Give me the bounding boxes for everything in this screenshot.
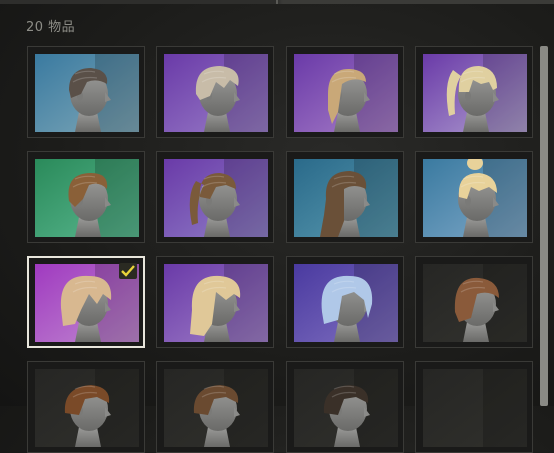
hairstyle-thumbnail	[294, 264, 398, 342]
hairstyle-slot[interactable]	[156, 256, 274, 348]
hairstyle-thumbnail	[164, 159, 268, 237]
hairstyle-thumbnail	[294, 159, 398, 237]
scrollbar-thumb[interactable]	[540, 46, 548, 406]
hairstyle-slot[interactable]	[286, 361, 404, 453]
hairstyle-slot[interactable]	[27, 46, 145, 138]
hairstyle-slot[interactable]	[27, 256, 145, 348]
checkmark-icon	[119, 263, 137, 279]
hairstyle-slot[interactable]	[415, 256, 533, 348]
hairstyle-thumbnail	[294, 54, 398, 132]
hairstyle-slot[interactable]	[156, 151, 274, 243]
hairstyle-thumbnail	[35, 159, 139, 237]
hairstyle-thumbnail	[423, 264, 527, 342]
hairstyle-slot[interactable]	[415, 361, 533, 453]
hairstyle-thumbnail	[164, 264, 268, 342]
hairstyle-thumbnail	[423, 54, 527, 132]
hairstyle-slot[interactable]	[286, 46, 404, 138]
hairstyle-thumbnail	[423, 369, 527, 447]
hairstyle-slot[interactable]	[27, 151, 145, 243]
hairstyle-slot[interactable]	[286, 151, 404, 243]
hairstyle-thumbnail	[423, 159, 527, 237]
hairstyle-thumbnail	[164, 369, 268, 447]
hairstyle-slot[interactable]	[156, 46, 274, 138]
hairstyle-thumbnail	[164, 54, 268, 132]
scrollbar-track[interactable]	[540, 46, 548, 406]
hairstyle-thumbnail	[35, 369, 139, 447]
hairstyle-slot[interactable]	[415, 46, 533, 138]
hairstyle-grid	[0, 0, 540, 453]
hairstyle-slot[interactable]	[156, 361, 274, 453]
hairstyle-thumbnail	[35, 54, 139, 132]
hairstyle-slot[interactable]	[27, 361, 145, 453]
hairstyle-slot[interactable]	[286, 256, 404, 348]
hairstyle-slot[interactable]	[415, 151, 533, 243]
hairstyle-thumbnail	[294, 369, 398, 447]
